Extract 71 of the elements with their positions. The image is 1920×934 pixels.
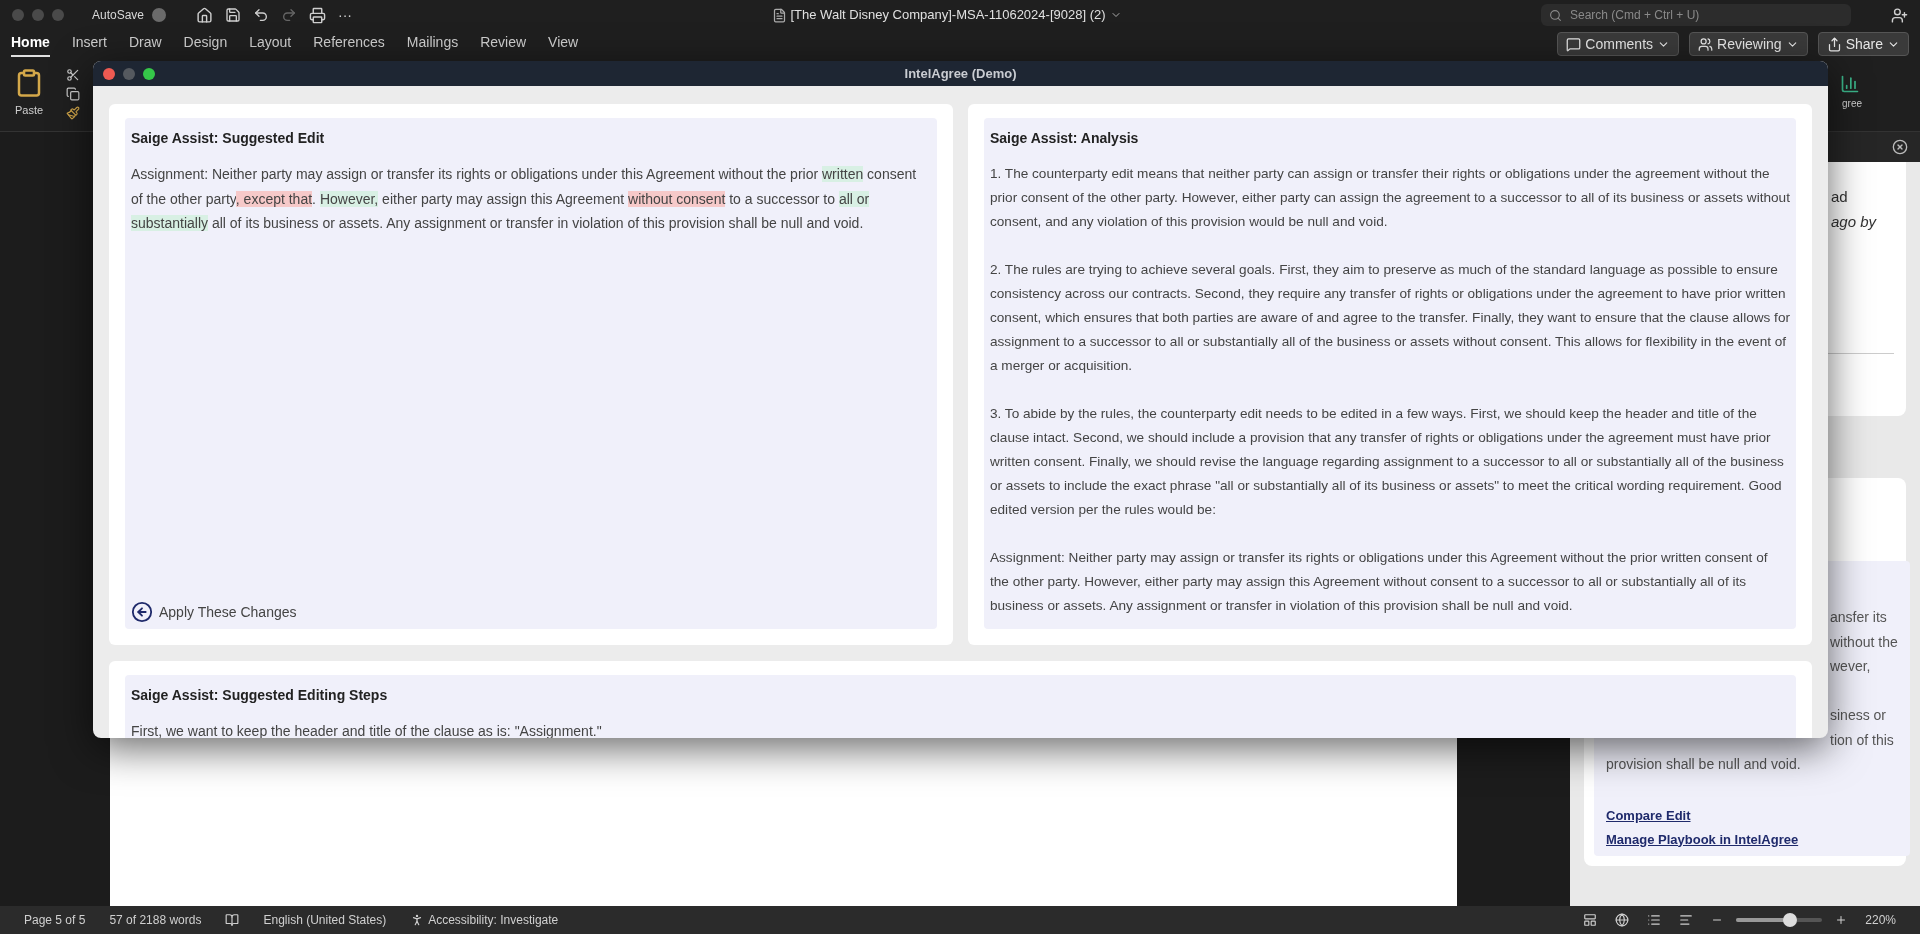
paste-label: Paste	[14, 103, 44, 118]
person-icon[interactable]	[1891, 6, 1908, 24]
clause-text: provision shall be null and void.	[1606, 755, 1802, 774]
ribbon-tab[interactable]: Layout	[249, 31, 292, 57]
apply-changes-button[interactable]: Apply These Changes	[131, 601, 297, 623]
comments-button[interactable]: Comments	[1557, 32, 1680, 56]
zoom-reading[interactable]: 220%	[1865, 911, 1896, 929]
zoom-in-icon[interactable]	[1835, 914, 1848, 926]
scissors-icon[interactable]	[66, 68, 80, 82]
clause-text: siness or	[1830, 706, 1887, 725]
analysis-paragraph: 2. The rules are trying to achieve several goals. First, they aim to preserve as much of the standard language as possible to ensure consistency across our contracts. Second, they require any transfer of rights or obligations under the agreement to have prior written consent, which ensures that both parties are aware of and agree to the transfer. Finally, they want to ensure that the clause allows for assignment to a successor to all or substantially all of the business or assets without consent. This allows for flexibility in the event of a merger or acquisition.	[990, 261, 1790, 375]
home-icon[interactable]	[196, 6, 214, 24]
ribbon-tab[interactable]: Draw	[128, 31, 162, 57]
globe-icon[interactable]	[1615, 913, 1630, 927]
layout-icon[interactable]	[1583, 913, 1598, 927]
suggested-clause: Assignment: Neither party may assign or transfer its rights or obligations under this Agreement without the prior written consent of the other party, except that. However, either party may assign this Agreement without consent to a successor to all or substantially all of its business or assets. Any assignment or transfer in violation of this provision shall be null and void.	[131, 165, 918, 233]
align-icon[interactable]	[1679, 913, 1694, 927]
share-button[interactable]: Share	[1817, 32, 1909, 56]
clause-text: ansfer its	[1830, 608, 1887, 627]
ribbon-label: gree	[1842, 97, 1862, 111]
search-field[interactable]: Search (Cmd + Ctrl + U)	[1541, 4, 1851, 26]
page-count[interactable]: Page 5 of 5	[24, 911, 86, 929]
section-title: Saige Assist: Suggested Edit	[131, 129, 326, 148]
pane-text: ad	[1831, 187, 1848, 207]
undo-icon[interactable]	[253, 7, 270, 23]
bar-chart-icon[interactable]	[1840, 74, 1860, 94]
save-icon[interactable]	[225, 7, 242, 23]
print-icon[interactable]	[309, 6, 327, 24]
ribbon-tab[interactable]: Review	[480, 31, 527, 57]
redo-icon[interactable]	[281, 7, 298, 23]
language-label[interactable]: English (United States)	[263, 911, 387, 929]
ribbon-tab[interactable]: Mailings	[406, 31, 459, 57]
ribbon-tab[interactable]: References	[313, 31, 385, 57]
paintbrush-icon[interactable]	[66, 106, 80, 120]
analysis-paragraph: 3. To abide by the rules, the counterparty edit needs to be edited in a few ways. First, we should keep the header and title of the clause intact. Second, we should include a provision that any transfer of rights or obligations under the agreement must have prior written consent. Finally, we should revise the language regarding assignment to a successor to all or substantially all of the business or assets to include the exact phrase "all or substantially all of its business or assets" to meet the critical wording requirement. Good edited version per the rules would be:	[990, 405, 1785, 519]
close-button[interactable]	[103, 67, 115, 80]
clause-text: wever,	[1830, 657, 1871, 676]
reviewing-button[interactable]: Reviewing	[1689, 32, 1808, 56]
section-title: Saige Assist: Suggested Editing Steps	[131, 686, 389, 705]
copy-icon[interactable]	[66, 87, 80, 101]
accessibility-label[interactable]: Accessibility: Investigate	[428, 911, 559, 929]
share-icon	[1826, 36, 1842, 52]
document-title: [The Walt Disney Company]-MSA-11062024-[9028] (2)	[790, 6, 1106, 25]
zoom-button[interactable]	[143, 67, 155, 80]
pane-text: ago by	[1831, 212, 1877, 232]
arrow-left-circle-icon	[131, 601, 153, 623]
document-icon	[771, 7, 787, 23]
pane-link[interactable]: Compare Edit	[1606, 806, 1691, 825]
speech-bubble-icon	[1566, 36, 1582, 52]
more-button[interactable]: ···	[338, 4, 353, 26]
pane-link[interactable]: Manage Playbook in IntelAgree	[1606, 830, 1799, 849]
people-icon	[1698, 36, 1714, 52]
autosave-label: AutoSave	[92, 7, 145, 24]
ribbon-tab[interactable]: Insert	[71, 31, 107, 57]
ribbon-tab[interactable]: View	[548, 31, 579, 57]
section-title: Saige Assist: Analysis	[990, 129, 1140, 148]
dialog-title: IntelAgree (Demo)	[903, 64, 1018, 83]
list-icon[interactable]	[1647, 913, 1662, 927]
search-icon	[1549, 8, 1562, 22]
clause-text: without the	[1830, 632, 1898, 652]
word-count[interactable]: 57 of 2188 words	[109, 911, 202, 929]
clause-text: tion of this	[1830, 730, 1894, 750]
analysis-paragraph: Assignment: Neither party may assign or transfer its rights or obligations under this Agreement without the prior written consent of the other party. However, either party may assign this Agreement without consent to a successor to all or substantially all of its business or assets. Any assignment or transfer in violation of this provision shall be null and void.	[990, 549, 1769, 615]
book-icon[interactable]	[225, 913, 240, 927]
ribbon-tab[interactable]: Home	[11, 31, 50, 57]
steps-text: First, we want to keep the header and title of the clause as is: "Assignment."	[131, 722, 602, 738]
slider-thumb[interactable]	[1782, 913, 1797, 927]
analysis-paragraph: 1. The counterparty edit means that neither party can assign or transfer their rights or obligations under the agreement without the prior consent of the other party. However, either party can assign the agreement to a successor to all of its business or assets without consent, and any violation of this provision would be null and void.	[990, 165, 1790, 231]
autosave-toggle[interactable]	[152, 8, 167, 22]
ribbon-tab[interactable]: Design	[183, 31, 228, 57]
close-icon[interactable]	[1892, 139, 1908, 155]
